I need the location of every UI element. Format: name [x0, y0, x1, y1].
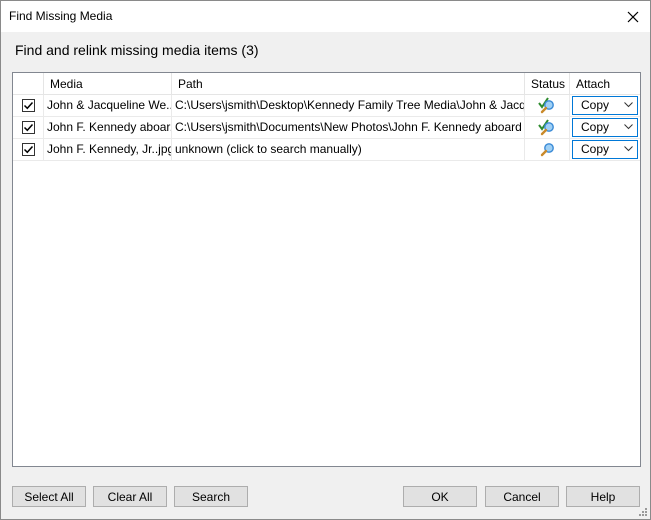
attach-value: Copy	[581, 120, 610, 134]
search-button[interactable]: Search	[174, 486, 248, 507]
table-row[interactable]: John F. Kennedy aboar... C:\Users\jsmith…	[13, 117, 640, 139]
media-grid[interactable]: Media Path Status Attach John & Jacqueli…	[12, 72, 641, 467]
attach-value: Copy	[581, 98, 610, 112]
attach-value: Copy	[581, 142, 610, 156]
select-all-button[interactable]: Select All	[12, 486, 86, 507]
status-cell	[525, 139, 570, 161]
close-icon	[627, 11, 639, 22]
status-cell	[525, 117, 570, 139]
attach-dropdown[interactable]: Copy	[572, 140, 638, 159]
resize-grip-icon[interactable]	[638, 507, 648, 517]
checkmark-icon	[23, 101, 34, 110]
table-row[interactable]: John F. Kennedy, Jr..jpg unknown (click …	[13, 139, 640, 161]
status-cell	[525, 95, 570, 117]
path-cell[interactable]: C:\Users\jsmith\Desktop\Kennedy Family T…	[172, 95, 525, 117]
help-button[interactable]: Help	[566, 486, 640, 507]
row-checkbox[interactable]	[22, 99, 35, 112]
row-checkbox[interactable]	[22, 121, 35, 134]
chevron-down-icon	[624, 124, 633, 130]
found-magnifier-check-icon	[538, 119, 554, 136]
column-header-attach[interactable]: Attach	[570, 73, 640, 95]
path-cell[interactable]: C:\Users\jsmith\Documents\New Photos\Joh…	[172, 117, 525, 139]
chevron-down-icon	[624, 102, 633, 108]
clear-all-button[interactable]: Clear All	[93, 486, 167, 507]
ok-button[interactable]: OK	[403, 486, 477, 507]
dialog-window: Find Missing Media Find and relink missi…	[0, 0, 651, 520]
path-cell[interactable]: unknown (click to search manually)	[172, 139, 525, 161]
checkmark-icon	[23, 145, 34, 154]
column-header-check	[13, 73, 44, 95]
column-header-media[interactable]: Media	[44, 73, 172, 95]
found-magnifier-check-icon	[538, 97, 554, 114]
column-header-path[interactable]: Path	[172, 73, 525, 95]
row-checkbox[interactable]	[22, 143, 35, 156]
chevron-down-icon	[624, 146, 633, 152]
media-name-cell: John F. Kennedy aboar...	[44, 117, 172, 139]
title-bar: Find Missing Media	[1, 1, 650, 32]
attach-dropdown[interactable]: Copy	[572, 96, 638, 115]
attach-dropdown[interactable]: Copy	[572, 118, 638, 137]
media-name-cell: John F. Kennedy, Jr..jpg	[44, 139, 172, 161]
window-title: Find Missing Media	[9, 9, 113, 23]
checkmark-icon	[23, 123, 34, 132]
media-name-cell: John & Jacqueline We...	[44, 95, 172, 117]
dialog-heading: Find and relink missing media items (3)	[15, 42, 259, 58]
cancel-button[interactable]: Cancel	[485, 486, 559, 507]
column-header-status[interactable]: Status	[525, 73, 570, 95]
table-row[interactable]: John & Jacqueline We... C:\Users\jsmith\…	[13, 95, 640, 117]
magnifier-icon	[540, 143, 554, 157]
close-button[interactable]	[616, 1, 650, 32]
